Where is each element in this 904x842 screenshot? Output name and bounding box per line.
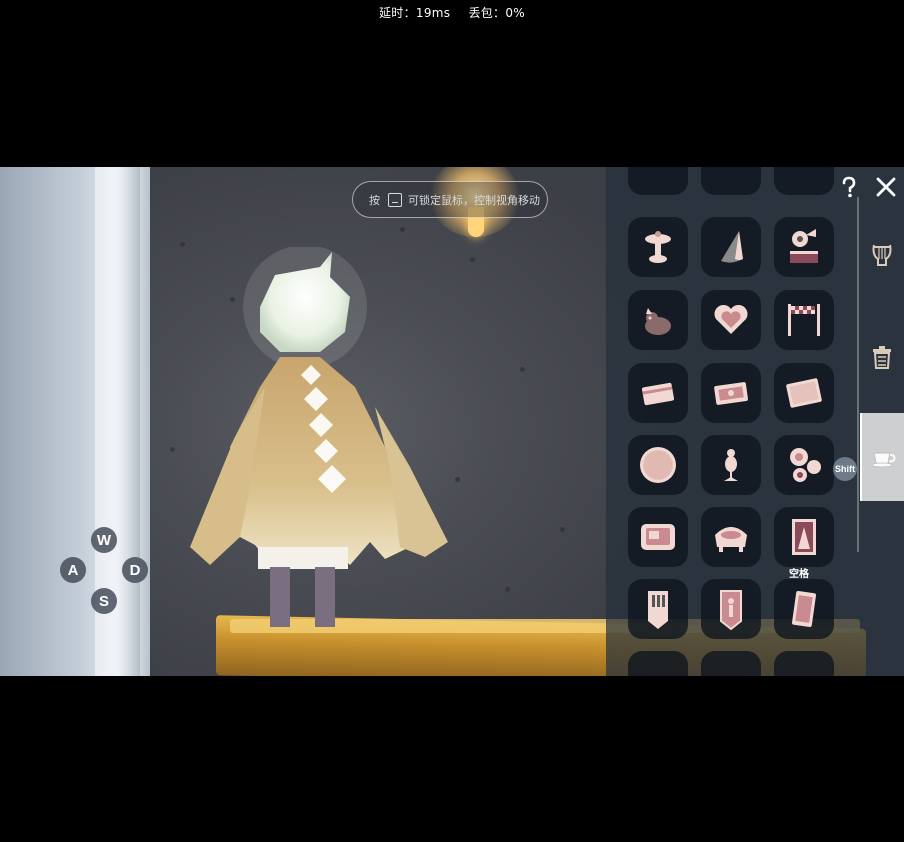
fountain-icon <box>645 231 671 263</box>
prop-slot-plush[interactable] <box>628 290 688 350</box>
figure-banner-icon <box>720 590 742 631</box>
close-button[interactable] <box>873 174 899 200</box>
prop-slot-round-rug[interactable] <box>628 435 688 495</box>
mat-icon <box>786 378 822 408</box>
tab-furniture[interactable] <box>860 413 904 501</box>
pebble <box>400 227 405 232</box>
round-rug-icon <box>640 447 676 483</box>
trash-can-icon <box>873 346 891 369</box>
prop-slot-partial[interactable] <box>628 651 688 676</box>
prop-slot-partial[interactable] <box>701 651 761 676</box>
pebble <box>560 527 565 532</box>
prop-slot-dessert[interactable] <box>774 435 834 495</box>
pebble <box>470 257 475 262</box>
pebble <box>505 587 510 592</box>
plush-toy-icon <box>645 308 671 335</box>
prop-slot-bathtub[interactable] <box>701 507 761 567</box>
mouse-lock-hint: 按 可锁定鼠标，控制视角移动 <box>352 181 548 218</box>
prop-slot-cone-shell[interactable] <box>701 217 761 277</box>
key-icon <box>388 192 402 207</box>
game-viewport[interactable]: 按 可锁定鼠标，控制视角移动 W A D S Shift 空格 <box>0 167 904 676</box>
prop-slot-heart[interactable] <box>701 290 761 350</box>
tab-instruments[interactable] <box>860 225 904 285</box>
card-icon <box>641 382 675 406</box>
prop-slot-partial[interactable] <box>701 167 761 195</box>
mannequin-icon <box>724 449 738 481</box>
pebble <box>520 367 525 372</box>
close-icon <box>876 177 896 197</box>
prop-slot-piano-banner[interactable] <box>628 579 688 639</box>
prop-slot-partial[interactable] <box>628 167 688 195</box>
latency-text: 延时：19ms <box>379 6 451 20</box>
prop-slot-gramophone[interactable] <box>774 217 834 277</box>
tall-card-icon <box>791 591 817 627</box>
bathtub-icon <box>715 527 747 552</box>
a-key[interactable]: A <box>60 557 86 583</box>
poster-icon <box>792 519 816 555</box>
packet-loss-text: 丢包：0% <box>468 6 525 20</box>
heart-icon <box>714 304 748 334</box>
d-key[interactable]: D <box>122 557 148 583</box>
prop-slot-partial[interactable] <box>774 651 834 676</box>
cone-shell-icon <box>721 231 743 263</box>
tab-trash[interactable] <box>860 327 904 387</box>
ticket-icon <box>714 382 748 405</box>
space-key-hint: 空格 <box>789 569 809 580</box>
teacup-icon <box>871 452 896 468</box>
prop-slot-framed-picture[interactable] <box>628 507 688 567</box>
prop-slot-card[interactable] <box>628 363 688 423</box>
prop-slot-mat[interactable] <box>774 363 834 423</box>
gramophone-icon <box>790 229 818 263</box>
question-mark-icon <box>842 176 856 198</box>
prop-slot-ticket[interactable] <box>701 363 761 423</box>
hint-text: 可锁定鼠标，控制视角移动 <box>408 193 540 207</box>
player-character <box>190 247 448 627</box>
piano-banner-icon <box>648 591 668 629</box>
tab-divider <box>857 197 859 552</box>
framed-picture-icon <box>641 524 675 550</box>
shift-key-hint: Shift <box>833 457 857 481</box>
s-key[interactable]: S <box>91 588 117 614</box>
prop-slot-checkered-banner[interactable] <box>774 290 834 350</box>
prop-slot-figure-banner[interactable] <box>701 579 761 639</box>
checkered-banner-icon <box>788 304 820 336</box>
network-stats: 延时：19ms 丢包：0% <box>0 4 904 21</box>
prop-slot-poster[interactable] <box>774 507 834 567</box>
w-key[interactable]: W <box>91 527 117 553</box>
lyre-icon <box>872 244 892 266</box>
hint-prefix: 按 <box>369 193 380 207</box>
prop-slot-tall-card[interactable] <box>774 579 834 639</box>
help-button[interactable] <box>836 174 862 200</box>
prop-slot-partial[interactable] <box>774 167 834 195</box>
pebble <box>170 447 175 452</box>
dessert-plates-icon <box>790 448 821 482</box>
prop-slot-mannequin[interactable] <box>701 435 761 495</box>
prop-slot-fountain[interactable] <box>628 217 688 277</box>
